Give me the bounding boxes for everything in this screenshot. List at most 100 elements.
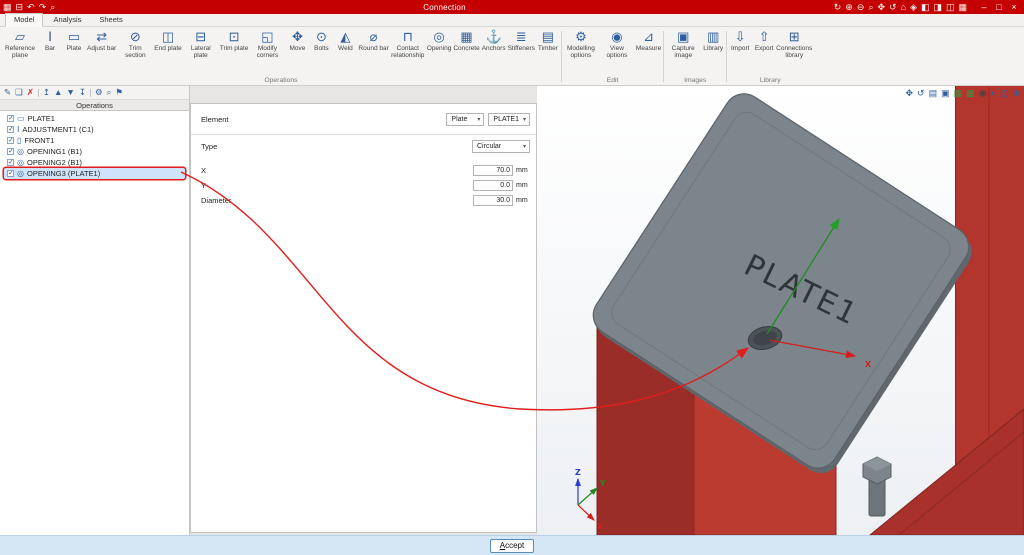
plate-button[interactable]: ▭Plate: [62, 28, 86, 52]
weld-button[interactable]: ◭Weld: [333, 28, 357, 52]
layout-grid-icon[interactable]: ▦: [958, 2, 967, 12]
library-button[interactable]: ▥Library: [701, 28, 725, 52]
tree-item-adjustment1-c1[interactable]: ✓ⅠADJUSTMENT1 (C1): [4, 124, 185, 135]
trim-plate-button[interactable]: ⊡Trim plate: [219, 28, 250, 52]
modelling-options-button[interactable]: ⚙Modelling options: [563, 28, 599, 59]
info-icon[interactable]: ⊕: [1012, 88, 1020, 98]
ribbon-button-label: Library: [703, 45, 723, 52]
x-unit: mm: [516, 167, 530, 174]
element-type-select[interactable]: Plate ▾: [446, 113, 484, 126]
settings-icon[interactable]: ⚙: [95, 88, 103, 97]
measure-button[interactable]: ⊿Measure: [635, 28, 662, 52]
tab-model[interactable]: Model: [5, 13, 43, 27]
zoom-icon[interactable]: ⌕: [50, 2, 55, 12]
accept-button[interactable]: Accept: [490, 539, 534, 553]
lateral-plate-button[interactable]: ⊟Lateral plate: [183, 28, 219, 59]
perspective-icon[interactable]: ◈: [910, 2, 917, 12]
checkbox[interactable]: ✓: [7, 170, 14, 177]
type-select[interactable]: Circular ▾: [472, 140, 530, 153]
panels-icon[interactable]: ◫: [1000, 88, 1009, 98]
refresh-icon[interactable]: ↻: [834, 2, 842, 12]
ribbon-button-label: Trim section: [118, 45, 152, 59]
shading-icon[interactable]: ◐: [991, 88, 996, 98]
opening-button[interactable]: ◎Opening: [426, 28, 453, 52]
app-logo-icon[interactable]: ▦: [3, 2, 12, 12]
undo-icon[interactable]: ↶: [27, 2, 35, 12]
move-bottom-icon[interactable]: ↧: [79, 88, 86, 97]
print-icon[interactable]: ▤: [929, 88, 938, 98]
zoom-window-icon[interactable]: ⌕: [868, 2, 873, 12]
tree-item-plate1[interactable]: ✓▭PLATE1: [4, 113, 185, 124]
element-name-select[interactable]: PLATE1 ▾: [488, 113, 530, 126]
capture-image-button[interactable]: ▣Capture image: [665, 28, 701, 59]
modify-corners-button[interactable]: ◱Modify corners: [249, 28, 285, 59]
search-icon[interactable]: ⌕: [107, 88, 112, 97]
import-button[interactable]: ⇩Import: [728, 28, 752, 52]
checkbox[interactable]: ✓: [7, 126, 14, 133]
lateral-plate-icon: ⊟: [195, 29, 206, 45]
end-plate-button[interactable]: ◫End plate: [153, 28, 182, 52]
adjust-bar-button[interactable]: ⇄Adjust bar: [86, 28, 117, 52]
close-button[interactable]: ×: [1007, 1, 1021, 13]
diameter-input[interactable]: [473, 195, 513, 206]
checkbox[interactable]: ✓: [7, 137, 14, 144]
timber-button[interactable]: ▤Timber: [536, 28, 560, 52]
redo-icon[interactable]: ↷: [39, 2, 47, 12]
tab-sheets[interactable]: Sheets: [91, 14, 130, 26]
visibility-icon[interactable]: ◉: [979, 88, 987, 98]
contact-relationship-button[interactable]: ⊓Contact relationship: [390, 28, 426, 59]
screenshot-icon[interactable]: ▣: [941, 88, 950, 98]
rotate-view-icon[interactable]: ↺: [917, 88, 925, 98]
maximize-button[interactable]: □: [992, 1, 1006, 13]
zoom-out-icon[interactable]: ⊖: [857, 2, 865, 12]
stiffeners-button[interactable]: ≣Stiffeners: [507, 28, 536, 52]
ribbon-group-images: ▣Capture image▥LibraryImages: [665, 28, 725, 85]
move-top-icon[interactable]: ↥: [43, 88, 50, 97]
move-down-icon[interactable]: ▼: [66, 88, 74, 97]
layout-left-icon[interactable]: ◧: [921, 2, 930, 12]
checkbox[interactable]: ✓: [7, 159, 14, 166]
y-input[interactable]: [473, 180, 513, 191]
trim-section-button[interactable]: ⊘Trim section: [117, 28, 153, 59]
grid-icon[interactable]: ▦: [954, 88, 963, 98]
round-bar-button[interactable]: ⌀Round bar: [357, 28, 389, 52]
connections-library-button[interactable]: ⊞Connections library: [776, 28, 812, 59]
save-icon[interactable]: ⊟: [16, 2, 24, 12]
operations-toolbar: ✎ ❏ ✗ ↥ ▲ ▼ ↧ ⚙ ⌕⚑: [0, 86, 189, 99]
anchors-button[interactable]: ⚓Anchors: [481, 28, 507, 52]
mesh-icon[interactable]: ▩: [966, 88, 975, 98]
layout-split-icon[interactable]: ◫: [946, 2, 955, 12]
minimize-button[interactable]: –: [977, 1, 991, 13]
layout-right-icon[interactable]: ◨: [933, 2, 942, 12]
orbit-icon[interactable]: ↺: [889, 2, 897, 12]
bolts-button[interactable]: ⊙Bolts: [309, 28, 333, 52]
connections-library-icon: ⊞: [789, 29, 800, 45]
bar-button[interactable]: ⅠBar: [38, 28, 62, 52]
delete-icon[interactable]: ✗: [27, 88, 34, 97]
copy-icon[interactable]: ❏: [15, 88, 23, 97]
x-input[interactable]: [473, 165, 513, 176]
zoom-in-icon[interactable]: ⊕: [845, 2, 853, 12]
edit-icon[interactable]: ✎: [4, 88, 11, 97]
front1-icon: ▯: [17, 136, 21, 145]
flag-icon[interactable]: ⚑: [115, 88, 123, 97]
checkbox[interactable]: ✓: [7, 115, 14, 122]
view-options-button[interactable]: ◉View options: [599, 28, 635, 59]
tree-item-opening3-plate1[interactable]: ✓◎OPENING3 (PLATE1): [4, 168, 185, 179]
3d-viewport-canvas[interactable]: PLATE1: [537, 86, 1024, 535]
move-up-icon[interactable]: ▲: [54, 88, 62, 97]
tree-item-opening1-b1[interactable]: ✓◎OPENING1 (B1): [4, 146, 185, 157]
tab-analysis[interactable]: Analysis: [45, 14, 89, 26]
move-button[interactable]: ✥Move: [285, 28, 309, 52]
concrete-button[interactable]: ▦Concrete: [452, 28, 480, 52]
pan-icon[interactable]: ✥: [877, 2, 885, 12]
reference-plane-button[interactable]: ▱Reference plane: [2, 28, 38, 59]
export-button[interactable]: ⇧Export: [752, 28, 776, 52]
y-row: Y mm: [191, 178, 536, 193]
tree-item-opening2-b1[interactable]: ✓◎OPENING2 (B1): [4, 157, 185, 168]
orientation-icon[interactable]: ✥: [905, 88, 913, 98]
tree-item-front1[interactable]: ✓▯FRONT1: [4, 135, 185, 146]
home-view-icon[interactable]: ⌂: [901, 2, 906, 12]
checkbox[interactable]: ✓: [7, 148, 14, 155]
3d-viewport[interactable]: PLATE1: [537, 86, 1024, 535]
